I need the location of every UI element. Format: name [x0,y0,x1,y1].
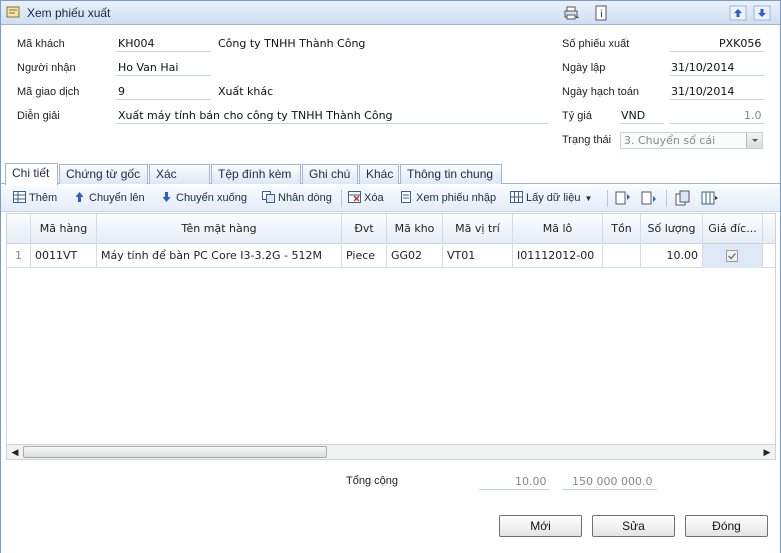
status-select[interactable]: 3. Chuyển sổ cái [620,132,763,149]
scroll-right-icon[interactable]: ▶ [760,446,774,459]
voucher-no-field[interactable]: PXK056 [719,37,761,50]
rate-field[interactable]: 1.0 [744,109,762,122]
receiver-label: Người nhận [17,62,76,74]
checkbox-checked-icon[interactable] [726,250,738,262]
arrow-up-icon [75,192,84,202]
insert-below-icon[interactable] [641,191,657,205]
dropdown-arrow-icon: ▼ [584,194,593,203]
tab-source-documents[interactable]: Chứng từ gốc [59,164,148,184]
new-button[interactable]: Mới [499,515,582,537]
rate-label: Tỷ giá [562,110,592,122]
totals-footer: Tổng cộng 10.00 150 000 000.0 [1,462,780,553]
add-row-icon [13,191,26,203]
col-quantity[interactable]: Số lượng [641,214,703,244]
col-location[interactable]: Mã vị trí [443,214,513,244]
customer-code-label: Mã khách [17,38,65,50]
move-up-button[interactable]: Chuyển lên [73,191,145,207]
print-icon[interactable] [562,5,580,21]
scroll-left-icon[interactable]: ◀ [8,446,22,459]
move-down-button[interactable]: Chuyển xuống [160,191,247,207]
tab-attachments[interactable]: Tệp đính kèm [211,164,301,184]
tab-other[interactable]: Khác [359,164,399,184]
date-field[interactable]: 31/10/2014 [671,61,734,74]
lot-cell[interactable]: I01112012-00 [513,244,603,268]
insert-above-icon[interactable] [615,191,631,205]
location-cell[interactable]: VT01 [443,244,513,268]
svg-text:i: i [600,9,603,20]
col-item-code[interactable]: Mã hàng [31,214,97,244]
row-number-header [7,214,31,244]
tab-verification[interactable]: Xác thực [149,164,210,199]
voucher-window: Xem phiếu xuất i Mã khách KH004 Công ty … [0,0,781,553]
tab-general-info[interactable]: Thông tin chung [400,164,502,184]
document-icon [6,6,20,18]
col-lot[interactable]: Mã lô [513,214,603,244]
item-code-cell[interactable]: 0011VT [31,244,97,268]
total-amount: 150 000 000.0 [572,475,653,488]
transaction-code-field[interactable]: 9 [118,85,125,98]
stock-cell[interactable] [603,244,641,268]
total-label: Tổng cộng [346,475,398,487]
col-warehouse[interactable]: Mã kho [387,214,443,244]
col-unit[interactable]: Đvt [342,214,387,244]
copy-icon [262,191,275,203]
tab-strip: Chi tiết Chứng từ gốc Xác thực Tệp đính … [1,162,780,199]
voucher-no-label: Số phiếu xuất [562,38,630,50]
column-chooser-icon[interactable] [701,190,719,206]
currency-field[interactable]: VND [621,109,645,122]
horizontal-scrollbar[interactable]: ◀ ▶ [6,444,776,460]
detail-grid[interactable]: Mã hàng Tên mặt hàng Đvt Mã kho Mã vị tr… [6,213,776,445]
edit-button[interactable]: Sửa [592,515,675,537]
window-title: Xem phiếu xuất [27,6,111,20]
posting-date-field[interactable]: 31/10/2014 [671,85,734,98]
tab-notes[interactable]: Ghi chú [302,164,358,184]
scroll-thumb[interactable] [23,446,327,458]
customer-name-field: Công ty TNHH Thành Công [218,37,366,50]
status-value: 3. Chuyển sổ cái [624,134,716,147]
next-record-icon[interactable] [753,5,771,21]
transaction-name-field: Xuất khác [218,85,274,98]
grid-data-icon [510,191,523,203]
add-row-button[interactable]: Thêm [13,191,57,207]
warehouse-cell[interactable]: GG02 [387,244,443,268]
col-item-name[interactable]: Tên mặt hàng [97,214,342,244]
customer-code-field[interactable]: KH004 [118,37,154,50]
delete-row-icon [348,191,361,203]
previous-record-icon[interactable] [729,5,747,21]
document-view-icon [401,191,411,203]
chevron-down-icon[interactable] [746,133,762,148]
tab-details[interactable]: Chi tiết [5,163,58,185]
info-icon[interactable]: i [592,5,610,21]
table-row[interactable]: 1 0011VT Máy tính để bàn PC Core I3-3.2G… [7,244,775,268]
description-label: Diễn giải [17,110,60,122]
posting-date-label: Ngày hạch toán [562,86,640,98]
total-quantity: 10.00 [515,475,547,488]
arrow-down-icon [162,192,171,202]
grid-toolbar: Thêm Chuyển lên Chuyển xuống Nhân dòng X… [1,185,780,212]
row-number: 1 [7,244,31,268]
col-specific-price[interactable]: Giá đíc... [703,214,763,244]
specific-price-cell[interactable] [703,244,763,268]
close-button[interactable]: Đóng [685,515,768,537]
receiver-field[interactable]: Ho Van Hai [118,61,178,74]
grid-header: Mã hàng Tên mặt hàng Đvt Mã kho Mã vị tr… [7,214,775,244]
title-bar: Xem phiếu xuất i [1,1,780,25]
date-label: Ngày lập [562,62,606,74]
description-field[interactable]: Xuất máy tính bán cho công ty TNHH Thành… [118,109,393,122]
item-name-cell[interactable]: Máy tính để bàn PC Core I3-3.2G - 512M [97,244,342,268]
col-stock[interactable]: Tồn [603,214,641,244]
transaction-code-label: Mã giao dịch [17,86,80,98]
status-label: Trạng thái [562,134,612,146]
view-receipt-button[interactable]: Xem phiếu nhập [400,191,496,207]
unit-cell[interactable]: Piece [342,244,387,268]
delete-row-button[interactable]: Xóa [348,191,384,207]
export-icon[interactable] [675,190,691,206]
quantity-cell[interactable]: 10.00 [641,244,703,268]
get-data-button[interactable]: Lấy dữ liệu ▼ [510,191,592,207]
duplicate-row-button[interactable]: Nhân dòng [262,191,332,207]
